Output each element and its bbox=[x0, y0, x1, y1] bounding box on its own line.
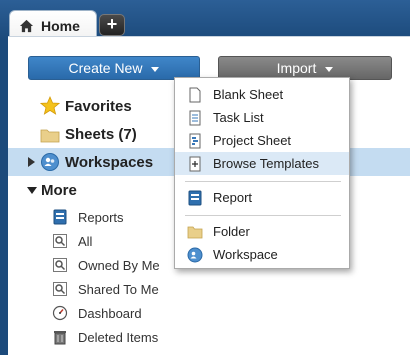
menu-item-label: Workspace bbox=[213, 247, 278, 262]
menu-item-label: Report bbox=[213, 190, 253, 205]
menu-divider bbox=[185, 215, 341, 216]
import-label: Import bbox=[276, 60, 317, 76]
collapse-arrow-icon[interactable] bbox=[27, 187, 37, 194]
menu-item-task-list[interactable]: Task List bbox=[175, 106, 349, 129]
report-icon bbox=[188, 190, 202, 205]
chevron-down-icon bbox=[151, 66, 160, 72]
blank-sheet-icon bbox=[189, 87, 201, 102]
more-item-deleted-items[interactable]: Deleted Items bbox=[52, 326, 158, 348]
more-item-dashboard[interactable]: Dashboard bbox=[52, 302, 142, 324]
more-item-all[interactable]: All bbox=[52, 230, 92, 252]
more-item-label: All bbox=[78, 233, 93, 249]
tab-home-label: Home bbox=[41, 17, 80, 34]
project-sheet-icon bbox=[189, 133, 201, 148]
task-list-icon bbox=[189, 110, 201, 125]
menu-item-label: Project Sheet bbox=[213, 133, 292, 148]
house-icon bbox=[19, 19, 34, 32]
workspace-icon bbox=[41, 153, 59, 171]
search-icon bbox=[53, 234, 67, 248]
more-item-reports[interactable]: Reports bbox=[52, 206, 124, 228]
add-tab-button[interactable]: + bbox=[99, 14, 125, 36]
nav-favorites-label: Favorites bbox=[65, 97, 132, 115]
search-icon bbox=[53, 258, 67, 272]
menu-item-label: Browse Templates bbox=[213, 156, 319, 171]
more-item-label: Reports bbox=[78, 209, 124, 225]
folder-icon bbox=[187, 226, 203, 238]
menu-item-blank-sheet[interactable]: Blank Sheet bbox=[175, 83, 349, 106]
create-new-label: Create New bbox=[68, 60, 143, 76]
more-item-shared-to-me[interactable]: Shared To Me bbox=[52, 278, 159, 300]
nav-sheets-label: Sheets (7) bbox=[65, 125, 137, 143]
menu-item-report[interactable]: Report bbox=[175, 186, 349, 209]
menu-item-project-sheet[interactable]: Project Sheet bbox=[175, 129, 349, 152]
menu-item-browse-templates[interactable]: Browse Templates bbox=[175, 152, 349, 175]
expand-arrow-icon[interactable] bbox=[28, 157, 35, 167]
report-icon bbox=[53, 209, 67, 225]
menu-divider bbox=[185, 181, 341, 182]
search-icon bbox=[53, 282, 67, 296]
folder-icon bbox=[40, 129, 60, 143]
star-icon bbox=[40, 96, 60, 115]
create-new-menu: Blank Sheet Task List Project Sheet Brow… bbox=[174, 77, 350, 269]
more-item-label: Dashboard bbox=[78, 305, 142, 321]
nav-more-label: More bbox=[41, 181, 77, 199]
gauge-icon bbox=[52, 305, 68, 321]
trash-icon bbox=[54, 331, 66, 345]
workspace-icon bbox=[187, 247, 203, 262]
menu-item-folder[interactable]: Folder bbox=[175, 220, 349, 243]
tab-bar: Home + bbox=[0, 0, 410, 40]
menu-item-label: Task List bbox=[213, 110, 264, 125]
menu-item-label: Folder bbox=[213, 224, 250, 239]
nav-workspaces-label: Workspaces bbox=[65, 153, 154, 171]
more-item-owned-by-me[interactable]: Owned By Me bbox=[52, 254, 160, 276]
menu-item-label: Blank Sheet bbox=[213, 87, 284, 102]
chevron-down-icon bbox=[325, 66, 334, 72]
menu-item-workspace[interactable]: Workspace bbox=[175, 243, 349, 266]
more-item-label: Owned By Me bbox=[78, 257, 160, 273]
more-item-label: Shared To Me bbox=[78, 281, 159, 297]
template-icon bbox=[189, 156, 201, 171]
more-item-label: Deleted Items bbox=[78, 329, 159, 345]
